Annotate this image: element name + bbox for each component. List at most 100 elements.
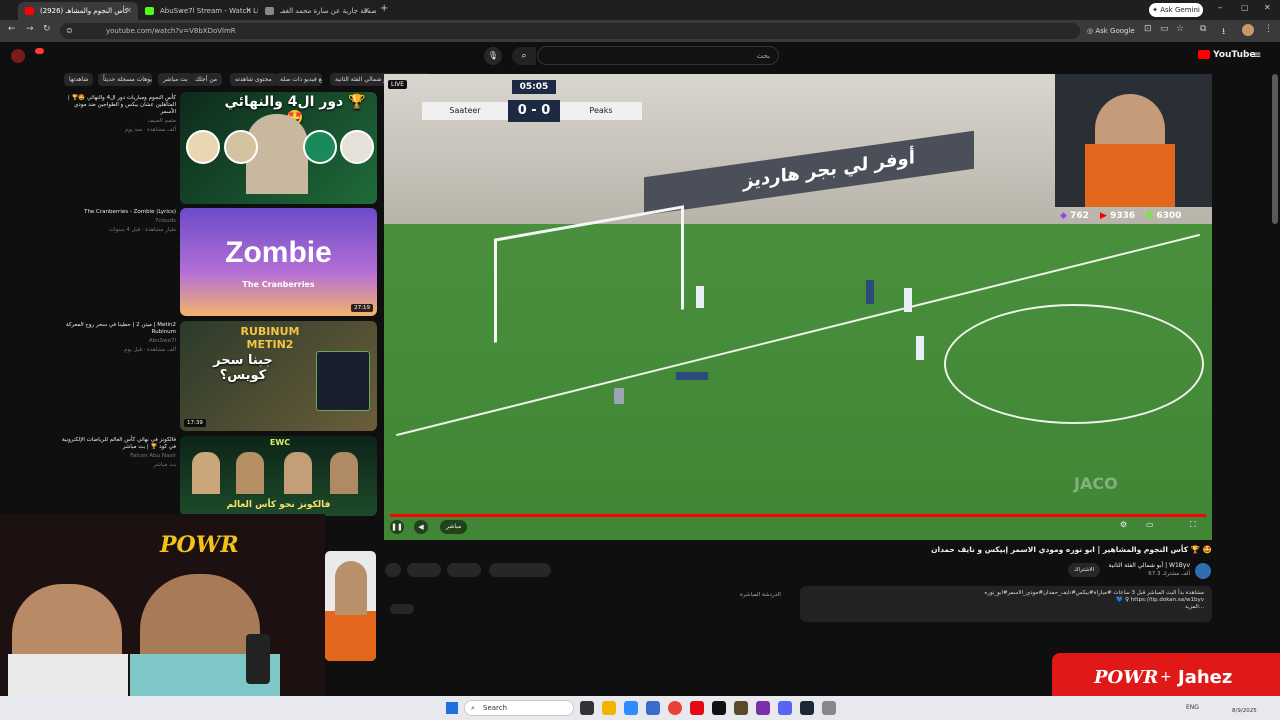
- new-tab-button[interactable]: +: [380, 3, 388, 14]
- language-indicator[interactable]: ENG: [1186, 704, 1199, 711]
- windows-start-icon[interactable]: [446, 702, 458, 714]
- address-bar[interactable]: ⊜ youtube.com/watch?v=V8bXDoVlmR ◎ Ask G…: [60, 23, 1135, 39]
- live-indicator[interactable]: مباشر: [440, 520, 468, 534]
- chat-toggle-button[interactable]: [390, 604, 414, 614]
- tab-title: صدقة جارية عن سارة محمد الغفـ: [280, 7, 376, 15]
- chrome-icon[interactable]: [668, 701, 682, 715]
- share-button[interactable]: [447, 563, 481, 577]
- store-icon[interactable]: [646, 701, 660, 715]
- netflix-icon[interactable]: [690, 701, 704, 715]
- recommendation-info[interactable]: فالكونز في نهائي كأس العالم للرياضات الإ…: [60, 437, 176, 469]
- notification-badge: [35, 48, 44, 54]
- recommendation-thumbnail[interactable]: EWC فالكونز نحو كأس العالم: [180, 436, 377, 516]
- edge-icon[interactable]: [624, 701, 638, 715]
- app-icon[interactable]: [756, 701, 770, 715]
- discord-icon[interactable]: [778, 701, 792, 715]
- chip-recent[interactable]: فيديوهات مسجلة حديثاً: [98, 73, 152, 86]
- minimize-icon[interactable]: –: [1218, 3, 1223, 13]
- page-favicon-icon: [265, 7, 274, 15]
- twitch-icon: ◆: [1060, 211, 1067, 221]
- chip-for-you[interactable]: من أجلك: [190, 73, 223, 86]
- ask-gemini-label: Ask Gemini: [1160, 6, 1200, 14]
- settings-gear-icon[interactable]: ⚙: [1120, 520, 1127, 529]
- chip-live[interactable]: بث مباشر: [158, 73, 193, 86]
- user-avatar[interactable]: [11, 49, 25, 63]
- channel-name[interactable]: أبو شمالي الفئة الثانية | W1Byv: [1100, 562, 1190, 569]
- chip-watched[interactable]: شاهدتها: [64, 73, 94, 86]
- recommendation-thumbnail[interactable]: [325, 551, 376, 661]
- taskbar-search[interactable]: ⌕ Search: [464, 700, 574, 716]
- recommendation-thumbnail[interactable]: Zombie The Cranberries 27:19: [180, 208, 377, 316]
- guide-menu-icon[interactable]: ≡: [1253, 50, 1261, 61]
- recommendation-info[interactable]: The Cranberries - Zombie (Lyrics) 7cloud…: [60, 209, 176, 234]
- rune-grid: [316, 351, 370, 411]
- tab-title: AbuSwe7l Stream - Watch Live: [160, 7, 258, 15]
- download-icon[interactable]: ⭳: [1222, 24, 1225, 40]
- more-options-button[interactable]: [385, 563, 401, 577]
- page-scrollbar[interactable]: [1272, 74, 1278, 224]
- channel-avatar[interactable]: [1195, 563, 1211, 579]
- app-icon[interactable]: [712, 701, 726, 715]
- taskbar-search-label: Search: [483, 704, 508, 712]
- fullscreen-icon[interactable]: ⛶: [1190, 520, 1196, 530]
- search-icon[interactable]: ⌕: [512, 47, 536, 65]
- taskbar-date[interactable]: 8/9/2025: [1232, 708, 1257, 714]
- save-button[interactable]: [407, 563, 441, 577]
- search-input[interactable]: بحث: [537, 46, 779, 65]
- task-view-icon[interactable]: [580, 701, 594, 715]
- progress-bar[interactable]: [390, 514, 1206, 517]
- tab-kick[interactable]: AbuSwe7l Stream - Watch Live ✕: [138, 2, 258, 20]
- voice-search-icon[interactable]: 🎙: [484, 47, 502, 65]
- close-window-icon[interactable]: ✕: [1264, 3, 1271, 12]
- recommendation-channel: AbuSwe7l: [148, 338, 176, 344]
- bookmark-star-icon[interactable]: ☆: [1176, 24, 1184, 34]
- recommendation-thumbnail[interactable]: RUBINUM METIN2 جبنا سحر كويس؟ 17:39: [180, 321, 377, 431]
- jahez-logo: Jahez: [1178, 667, 1233, 688]
- site-info-icon[interactable]: ⊜: [66, 23, 73, 39]
- maximize-icon[interactable]: ▢: [1241, 3, 1249, 12]
- live-chat-label[interactable]: الدردشة المباشرة: [740, 592, 781, 598]
- back-icon[interactable]: ←: [8, 24, 16, 34]
- close-icon[interactable]: ✕: [363, 2, 370, 20]
- menu-dots-icon[interactable]: ⋮: [1264, 24, 1273, 34]
- kick-icon: K: [1146, 211, 1154, 221]
- cast-icon[interactable]: ▭: [1160, 24, 1169, 34]
- thumbnail-subtitle: RUBINUM METIN2: [240, 325, 300, 351]
- duration-badge: 27:19: [351, 304, 373, 312]
- install-icon[interactable]: ⊡: [1144, 24, 1152, 34]
- close-icon[interactable]: ✕: [125, 2, 132, 20]
- recommendation-info[interactable]: ميتن 2 | حطينا في سحر روح المعركة | Meti…: [60, 322, 176, 354]
- steam-icon[interactable]: [800, 701, 814, 715]
- youtube-logo[interactable]: YouTube: [1198, 50, 1256, 60]
- video-title: كأس النجوم والمشاهير | ابو نوره ومودي ال…: [931, 545, 1212, 554]
- close-icon[interactable]: ✕: [245, 2, 252, 20]
- miniplayer-icon[interactable]: ▭: [1146, 520, 1154, 529]
- settings-icon[interactable]: [822, 701, 836, 715]
- tab-youtube[interactable]: (2926) كأس النجوم والمشاهـ ✕: [18, 2, 138, 20]
- join-button[interactable]: الاشتراك: [1068, 563, 1101, 577]
- like-dislike-button[interactable]: [489, 563, 551, 577]
- streamer-camera: [1055, 74, 1212, 207]
- file-explorer-icon[interactable]: [602, 701, 616, 715]
- tab-donation[interactable]: صدقة جارية عن سارة محمد الغفـ ✕: [258, 2, 376, 20]
- chip-watched-content[interactable]: محتوى شاهدته: [230, 73, 277, 86]
- team-home: Saateer: [422, 102, 508, 120]
- person-shirt: [325, 611, 376, 661]
- live-badge: LIVE: [388, 80, 408, 89]
- forward-icon[interactable]: →: [26, 24, 34, 34]
- recommendation-title: فالكونز في نهائي كأس العالم للرياضات الإ…: [62, 437, 176, 450]
- chip-related[interactable]: مقاطع فيديو ذات صلة: [275, 73, 322, 86]
- profile-avatar[interactable]: [1242, 24, 1254, 36]
- recommendation-thumbnail[interactable]: دور ال4 والنهائي 🏆🤩: [180, 92, 377, 204]
- ask-google-label: Ask Google: [1095, 27, 1135, 35]
- reload-icon[interactable]: ↻: [43, 24, 51, 34]
- ask-google-button[interactable]: ◎ Ask Google: [1087, 23, 1135, 39]
- game-icon[interactable]: [734, 701, 748, 715]
- pause-icon[interactable]: ❚❚: [390, 520, 404, 534]
- ask-gemini-button[interactable]: ✦ Ask Gemini: [1149, 3, 1203, 17]
- extensions-icon[interactable]: ⧉: [1200, 24, 1206, 34]
- video-description[interactable]: مشاهدة بدأ البث المباشر قبل 3 ساعات #مبا…: [800, 586, 1212, 622]
- volume-icon[interactable]: ◀: [414, 520, 428, 534]
- recommendation-info[interactable]: كأس النجوم ومباريات دور ال4 والنهائي 🤩🏆 …: [60, 95, 176, 134]
- viewer-stats: ◆ 762 ▶ 9336 K 6300: [1060, 211, 1210, 225]
